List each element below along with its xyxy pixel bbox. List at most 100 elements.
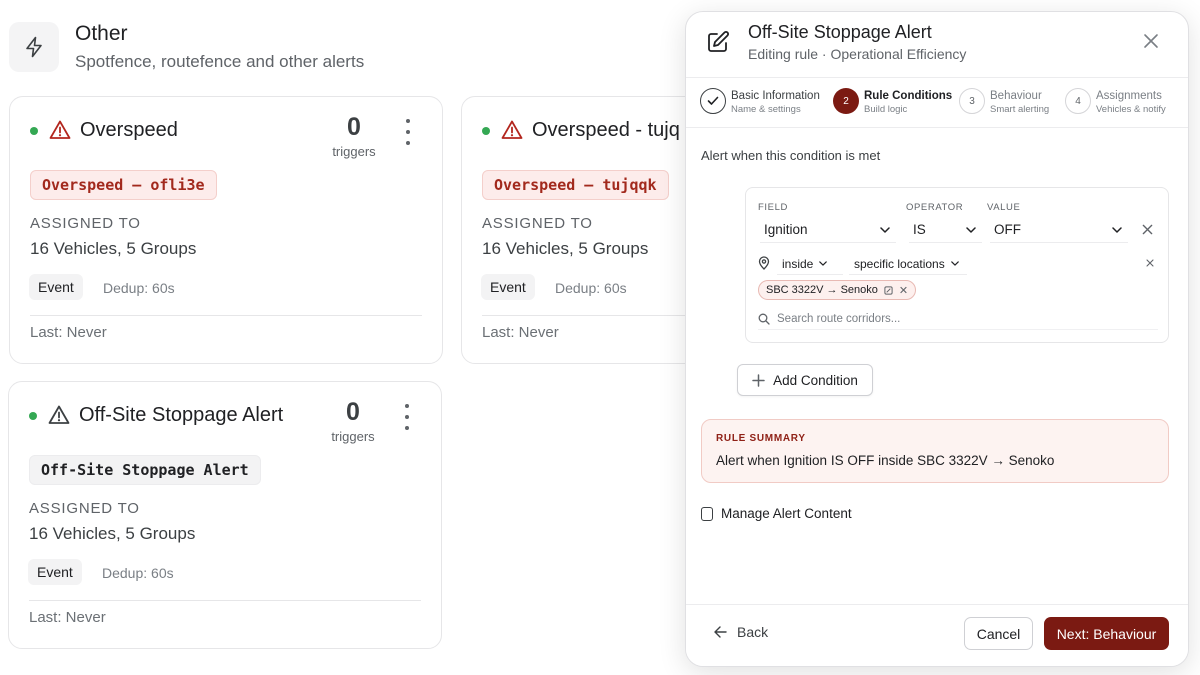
checkbox[interactable] bbox=[701, 506, 713, 521]
alert-id-tag: Overspeed – ofli3e bbox=[30, 170, 217, 200]
modal-subtitle: Editing rule · Operational Efficiency bbox=[748, 46, 967, 62]
assigned-to-value: 16 Vehicles, 5 Groups bbox=[482, 239, 649, 258]
back-button[interactable]: Back bbox=[714, 624, 768, 640]
assigned-to-value: 16 Vehicles, 5 Groups bbox=[30, 239, 197, 258]
assigned-to-label: ASSIGNED TO bbox=[30, 215, 141, 232]
step-behaviour[interactable]: 3 Behaviour Smart alerting bbox=[959, 88, 1049, 115]
card-title: Off-Site Stoppage Alert bbox=[79, 404, 284, 426]
lightning-icon bbox=[9, 22, 59, 72]
location-pin-icon bbox=[758, 256, 770, 270]
location-mode-value: inside bbox=[782, 256, 814, 271]
rule-summary: RULE SUMMARY Alert when Ignition IS OFF … bbox=[701, 419, 1169, 483]
plus-icon bbox=[752, 373, 765, 387]
location-mode-select[interactable]: inside bbox=[777, 253, 843, 275]
chevron-down-icon bbox=[950, 261, 959, 266]
remove-location-icon[interactable] bbox=[1146, 259, 1154, 267]
chevron-down-icon bbox=[966, 226, 976, 233]
status-dot bbox=[482, 127, 490, 135]
more-options-icon[interactable] bbox=[400, 119, 416, 145]
modal-title: Off-Site Stoppage Alert bbox=[748, 22, 932, 42]
alert-id-tag: Off-Site Stoppage Alert bbox=[29, 455, 261, 485]
card-divider bbox=[29, 600, 421, 601]
condition-block: FIELD OPERATOR VALUE Ignition IS OFF ins… bbox=[745, 187, 1169, 343]
step-number: 4 bbox=[1065, 88, 1091, 114]
warning-icon bbox=[48, 405, 70, 424]
step-assignments[interactable]: 4 Assignments Vehicles & notify bbox=[1065, 88, 1166, 115]
trigger-count-label: triggers bbox=[332, 144, 376, 159]
operator-select-value: IS bbox=[913, 222, 926, 237]
status-dot bbox=[29, 412, 37, 420]
event-chip: Event bbox=[28, 559, 82, 585]
alert-card[interactable]: Off-Site Stoppage Alert 0 triggers Off-S… bbox=[8, 381, 442, 649]
dedup-text: Dedup: 60s bbox=[102, 565, 174, 581]
location-type-select[interactable]: specific locations bbox=[849, 253, 967, 275]
step-label: Assignments bbox=[1096, 90, 1162, 102]
step-label: Basic Information bbox=[731, 90, 820, 102]
manage-alert-content-label: Manage Alert Content bbox=[721, 506, 852, 521]
step-rule-conditions[interactable]: 2 Rule Conditions Build logic bbox=[833, 88, 952, 115]
cancel-button[interactable]: Cancel bbox=[964, 617, 1033, 650]
manage-alert-content-toggle[interactable]: Manage Alert Content bbox=[701, 506, 852, 521]
warning-icon bbox=[501, 120, 523, 139]
step-number: 2 bbox=[833, 88, 859, 114]
card-title: Overspeed bbox=[80, 119, 178, 141]
operator-select[interactable]: IS bbox=[909, 217, 982, 243]
value-label: VALUE bbox=[987, 202, 1021, 213]
step-label: Rule Conditions bbox=[864, 90, 953, 102]
location-tag-label: SBC 3322V → Senoko bbox=[766, 284, 878, 296]
location-tag: SBC 3322V → Senoko ✕ bbox=[758, 280, 917, 300]
section-title: Other bbox=[75, 22, 128, 45]
section-header: Other Spotfence, routefence and other al… bbox=[9, 22, 364, 72]
step-label: Behaviour bbox=[990, 90, 1042, 102]
trigger-count: 0 bbox=[346, 398, 360, 426]
assigned-to-value: 16 Vehicles, 5 Groups bbox=[29, 524, 196, 543]
back-label: Back bbox=[737, 624, 769, 640]
chevron-down-icon bbox=[880, 226, 890, 233]
rule-summary-label: RULE SUMMARY bbox=[716, 433, 806, 444]
check-icon bbox=[700, 88, 726, 114]
route-search-input[interactable] bbox=[777, 312, 1137, 325]
dedup-text: Dedup: 60s bbox=[103, 280, 175, 296]
step-desc: Build logic bbox=[864, 104, 908, 115]
section-subtitle: Spotfence, routefence and other alerts bbox=[75, 52, 365, 71]
dedup-text: Dedup: 60s bbox=[555, 280, 627, 296]
chevron-down-icon bbox=[1112, 226, 1122, 233]
card-divider bbox=[30, 315, 422, 316]
last-triggered: Last: Never bbox=[482, 324, 559, 341]
field-select-value: Ignition bbox=[764, 222, 808, 237]
add-condition-button[interactable]: Add Condition bbox=[737, 364, 873, 396]
event-chip: Event bbox=[29, 274, 83, 300]
modal-header: Off-Site Stoppage Alert Editing rule · O… bbox=[686, 12, 1188, 78]
operator-label: OPERATOR bbox=[906, 202, 964, 213]
step-desc: Smart alerting bbox=[990, 104, 1050, 115]
remove-tag-icon[interactable]: ✕ bbox=[899, 284, 908, 297]
step-basic-information[interactable]: Basic Information Name & settings bbox=[700, 88, 820, 115]
remove-condition-icon[interactable] bbox=[1142, 224, 1153, 235]
alert-card[interactable]: Overspeed 0 triggers Overspeed – ofli3e … bbox=[9, 96, 443, 364]
location-type-value: specific locations bbox=[854, 256, 945, 271]
route-search bbox=[758, 308, 1158, 330]
edit-icon bbox=[708, 31, 729, 52]
trigger-count-label: triggers bbox=[331, 429, 375, 444]
rule-summary-text: Alert when Ignition IS OFF inside SBC 33… bbox=[716, 453, 1055, 468]
arrow-left-icon bbox=[714, 626, 727, 638]
alert-id-tag: Overspeed – tujqqk bbox=[482, 170, 669, 200]
chevron-down-icon bbox=[819, 261, 828, 266]
value-select[interactable]: OFF bbox=[990, 217, 1128, 243]
event-chip: Event bbox=[481, 274, 535, 300]
next-behaviour-button[interactable]: Next: Behaviour bbox=[1044, 617, 1169, 650]
trigger-count: 0 bbox=[347, 113, 361, 141]
value-select-value: OFF bbox=[994, 222, 1021, 237]
assigned-to-label: ASSIGNED TO bbox=[482, 215, 593, 232]
step-number: 3 bbox=[959, 88, 985, 114]
step-desc: Name & settings bbox=[731, 104, 801, 115]
add-condition-label: Add Condition bbox=[773, 372, 858, 388]
more-options-icon[interactable] bbox=[399, 404, 415, 430]
close-icon[interactable] bbox=[1142, 32, 1160, 50]
step-desc: Vehicles & notify bbox=[1096, 104, 1166, 115]
route-icon bbox=[884, 285, 893, 295]
condition-intro: Alert when this condition is met bbox=[701, 148, 881, 163]
field-select[interactable]: Ignition bbox=[760, 217, 896, 243]
status-dot bbox=[30, 127, 38, 135]
edit-rule-modal: Off-Site Stoppage Alert Editing rule · O… bbox=[685, 11, 1189, 667]
